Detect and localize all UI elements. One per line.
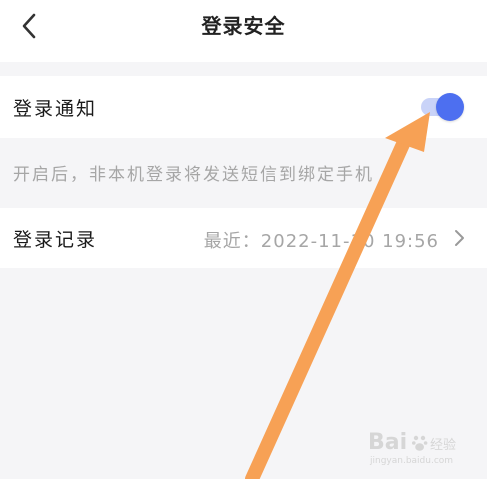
nav-bar: 登录安全	[0, 0, 487, 62]
login-records-label: 登录记录	[13, 229, 98, 251]
watermark-site-name: 经验	[430, 438, 457, 453]
login-notification-hint: 开启后，非本机登录将发送短信到绑定手机	[13, 165, 374, 185]
paw-icon	[412, 435, 428, 451]
chevron-right-icon	[452, 228, 468, 248]
last-login-time: 最近：2022-11-10 19:56	[203, 231, 439, 252]
login-notification-toggle[interactable]	[419, 91, 467, 121]
login-notification-row: 登录通知	[0, 76, 487, 138]
watermark-logo: Bai	[368, 430, 408, 455]
watermark-url: jingyan.baidu.com	[370, 456, 454, 466]
screen: 登录安全 登录通知 开启后，非本机登录将发送短信到绑定手机 登录记录 最近：20…	[0, 0, 487, 479]
login-records-row[interactable]: 登录记录 最近：2022-11-10 19:56	[0, 208, 487, 268]
toggle-knob	[436, 93, 464, 121]
watermark: Bai 经验 jingyan.baidu.com	[368, 430, 478, 470]
login-notification-label: 登录通知	[13, 98, 98, 120]
page-title: 登录安全	[201, 14, 286, 38]
